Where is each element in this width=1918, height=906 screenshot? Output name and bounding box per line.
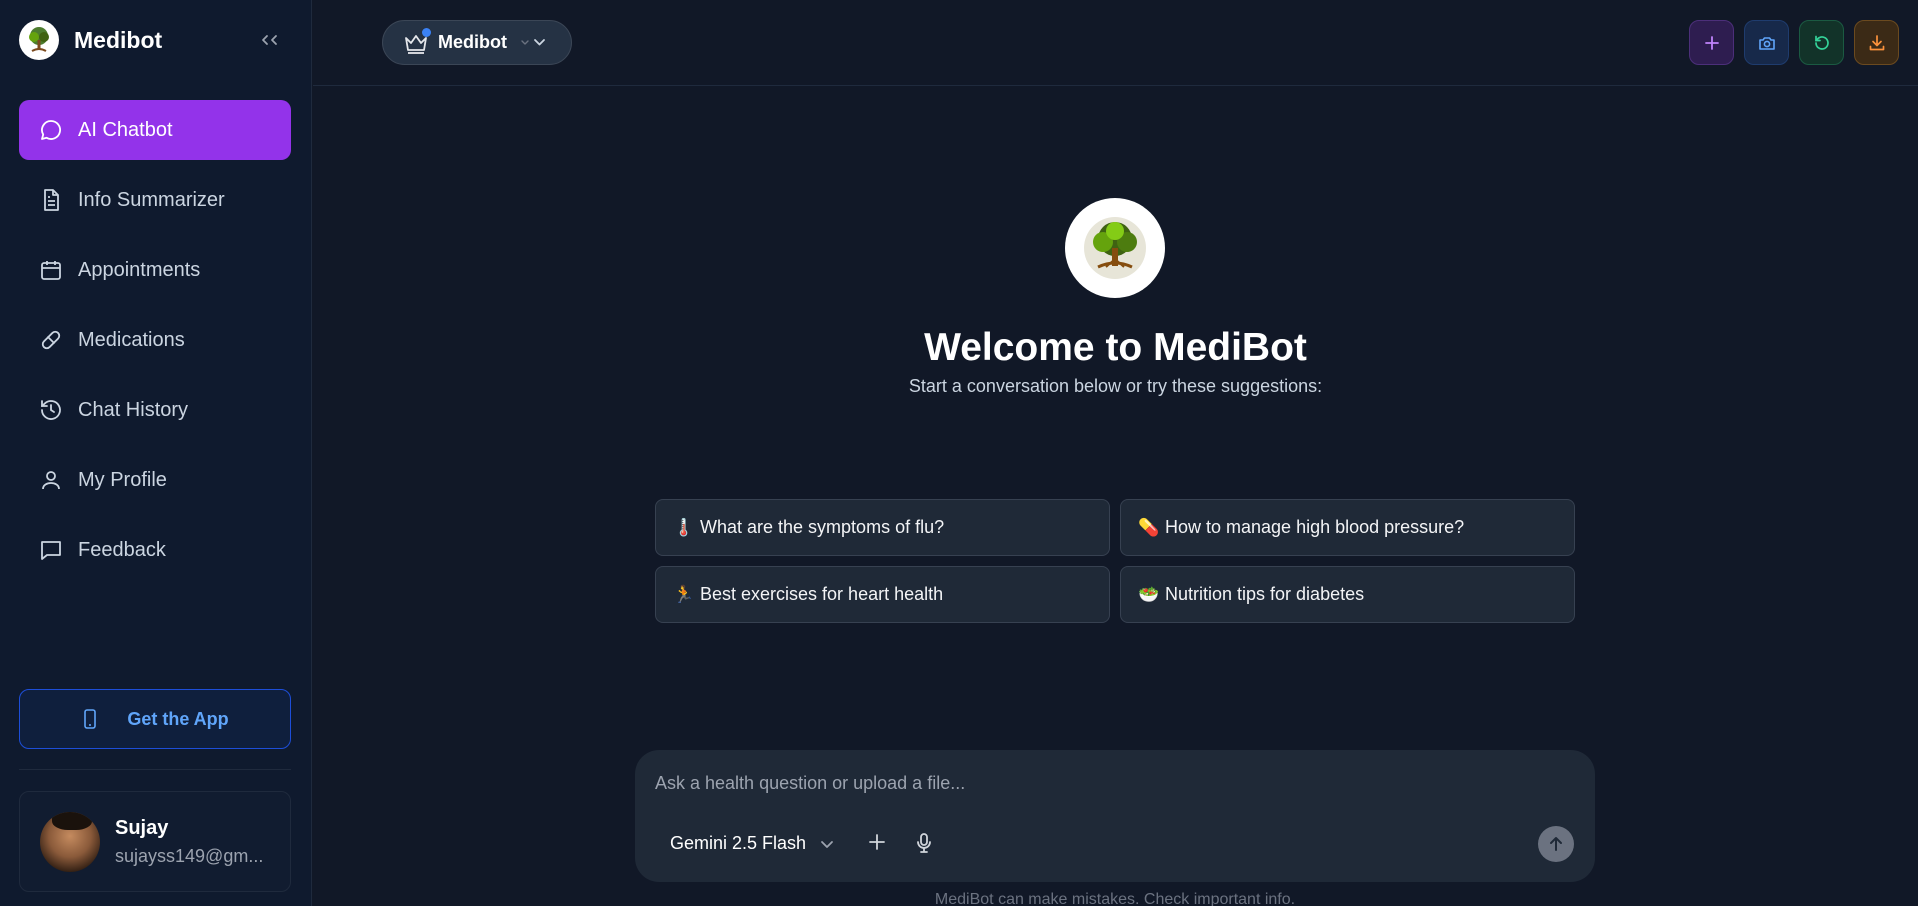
history-icon [39, 398, 63, 422]
arrow-up-icon [1547, 835, 1565, 853]
brand-name: Medibot [74, 26, 163, 53]
avatar [40, 811, 100, 872]
sidebar-item-label: Medications [78, 328, 185, 351]
send-button[interactable] [1538, 826, 1574, 862]
chevron-down-icon [820, 839, 834, 849]
sidebar-item-appointments[interactable]: Appointments [19, 240, 291, 300]
calendar-icon [39, 258, 63, 282]
crown-icon [403, 27, 431, 55]
top-header: Medibot [313, 0, 1918, 86]
camera-icon [1758, 35, 1776, 51]
model-pill-label: Medibot [438, 32, 507, 52]
suggestion-text: Nutrition tips for diabetes [1165, 584, 1365, 604]
running-person-icon: 🏃 [673, 584, 695, 604]
pill-icon [39, 328, 63, 352]
sidebar: Medibot AI Chatbot Info Summarizer Appoi… [0, 0, 312, 906]
voice-input-button[interactable] [914, 832, 934, 854]
model-select[interactable]: Gemini 2.5 Flash [670, 833, 834, 854]
model-selector-pill[interactable]: Medibot [382, 20, 572, 65]
get-the-app-label: Get the App [127, 708, 229, 729]
welcome-title: Welcome to MediBot [924, 326, 1307, 369]
user-email: sujayss149@gm... [115, 845, 264, 866]
plus-icon [867, 832, 887, 852]
disclaimer-text: MediBot can make mistakes. Check importa… [934, 891, 1296, 906]
tree-logo-icon [19, 20, 59, 60]
suggestion-card[interactable]: 🥗 Nutrition tips for diabetes [1120, 566, 1575, 623]
notification-dot [422, 27, 431, 37]
suggestion-text: Best exercises for heart health [700, 584, 944, 604]
attach-file-button[interactable] [867, 832, 887, 852]
download-icon [1868, 34, 1886, 52]
pill-icon: 💊 [1138, 517, 1160, 537]
new-chat-button[interactable] [1689, 20, 1734, 65]
user-icon [39, 468, 63, 492]
chat-bubble-icon [39, 118, 63, 142]
sidebar-item-feedback[interactable]: Feedback [19, 520, 291, 580]
sidebar-divider [19, 769, 291, 770]
microphone-icon [914, 832, 934, 854]
suggestion-text: How to manage high blood pressure? [1165, 517, 1465, 537]
sidebar-nav: AI Chatbot Info Summarizer Appointments … [19, 100, 291, 590]
smartphone-icon [81, 709, 99, 729]
suggestion-text: What are the symptoms of flu? [700, 517, 945, 537]
hero-tree-logo-icon [1065, 198, 1165, 298]
chevron-down-icon [519, 37, 549, 49]
document-icon [39, 188, 63, 212]
feedback-icon [39, 538, 63, 562]
collapse-sidebar-icon[interactable] [258, 30, 284, 50]
download-chat-button[interactable] [1854, 20, 1899, 65]
sidebar-item-label: Feedback [78, 538, 166, 561]
refresh-icon [1813, 34, 1831, 52]
chat-input[interactable] [655, 768, 1555, 798]
reset-chat-button[interactable] [1799, 20, 1844, 65]
screenshot-button[interactable] [1744, 20, 1789, 65]
suggestion-card[interactable]: 💊 How to manage high blood pressure? [1120, 499, 1575, 556]
get-the-app-button[interactable]: Get the App [19, 689, 291, 749]
chat-composer: Gemini 2.5 Flash [635, 750, 1595, 882]
user-profile-card[interactable]: Sujay sujayss149@gm... [19, 791, 291, 892]
thermometer-icon: 🌡️ [673, 517, 695, 537]
sidebar-item-ai-chatbot[interactable]: AI Chatbot [19, 100, 291, 160]
sidebar-item-my-profile[interactable]: My Profile [19, 450, 291, 510]
suggestion-card[interactable]: 🏃 Best exercises for heart health [655, 566, 1110, 623]
plus-icon [1704, 35, 1720, 51]
user-info: Sujay sujayss149@gm... [115, 817, 263, 867]
suggestion-card[interactable]: 🌡️ What are the symptoms of flu? [655, 499, 1110, 556]
sidebar-item-label: Info Summarizer [78, 188, 225, 211]
sidebar-item-info-summarizer[interactable]: Info Summarizer [19, 170, 291, 230]
user-name: Sujay [115, 816, 169, 839]
salad-icon: 🥗 [1138, 584, 1160, 604]
sidebar-item-medications[interactable]: Medications [19, 310, 291, 370]
model-select-label: Gemini 2.5 Flash [670, 833, 807, 853]
sidebar-item-chat-history[interactable]: Chat History [19, 380, 291, 440]
sidebar-item-label: Chat History [78, 398, 189, 421]
sidebar-item-label: My Profile [78, 468, 167, 491]
sidebar-item-label: AI Chatbot [78, 118, 173, 141]
sidebar-item-label: Appointments [78, 258, 201, 281]
welcome-subtitle: Start a conversation below or try these … [908, 376, 1323, 396]
brand[interactable]: Medibot [19, 20, 162, 60]
